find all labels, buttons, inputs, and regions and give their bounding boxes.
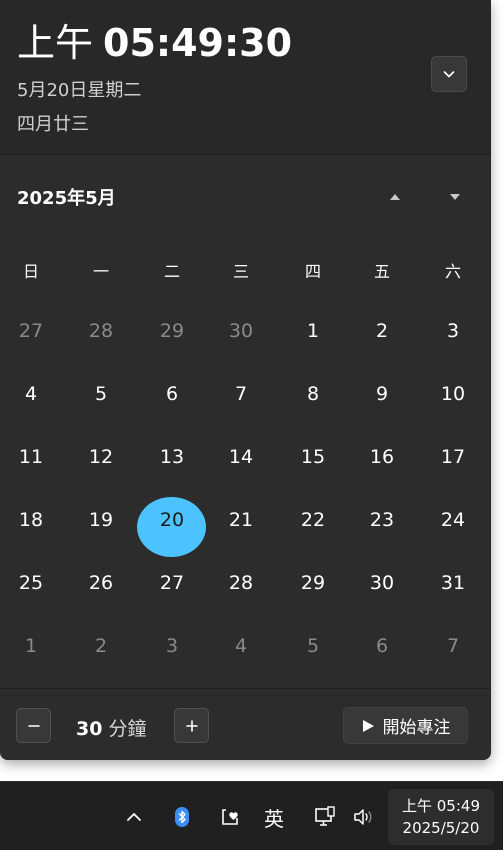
triangle-down-icon (450, 194, 460, 200)
start-focus-button[interactable]: 開始專注 (343, 707, 468, 744)
calendar-day[interactable]: 5 (71, 374, 131, 414)
calendar-day[interactable]: 7 (423, 626, 483, 666)
weekday-label: 四 (304, 262, 321, 281)
calendar-day[interactable]: 8 (283, 374, 343, 414)
calendar-day[interactable]: 25 (1, 563, 61, 603)
taskbar-time: 上午 05:49 (402, 797, 480, 815)
collapse-calendar-button[interactable] (431, 56, 467, 92)
taskbar-date: 2025/5/20 (402, 819, 480, 837)
weekday-label: 三 (232, 262, 249, 281)
chevron-down-icon (443, 71, 455, 78)
calendar-day[interactable]: 1 (1, 626, 61, 666)
calendar-day[interactable]: 6 (142, 374, 202, 414)
calendar-day[interactable]: 22 (283, 500, 343, 540)
calendar-day[interactable]: 3 (423, 311, 483, 351)
calendar-day[interactable]: 29 (142, 311, 202, 351)
health-tray-button[interactable] (217, 804, 243, 830)
increase-minutes-button[interactable] (174, 708, 209, 743)
previous-month-button[interactable] (380, 182, 410, 212)
start-focus-label: 開始專注 (382, 718, 451, 738)
calendar-day[interactable]: 27 (142, 563, 202, 603)
bluetooth-icon (175, 807, 189, 827)
calendar-day[interactable]: 28 (211, 563, 271, 603)
calendar-day[interactable]: 3 (142, 626, 202, 666)
focus-minutes-unit: 分鐘 (108, 718, 147, 740)
decrease-minutes-button[interactable] (16, 708, 51, 743)
weekday-label: 一 (92, 262, 109, 281)
calendar-day[interactable]: 1 (283, 311, 343, 351)
current-date: 5月20日星期二 (17, 80, 142, 101)
chevron-up-icon (127, 813, 141, 821)
month-title[interactable]: 2025年5月 (17, 184, 116, 210)
calendar-day[interactable]: 24 (423, 500, 483, 540)
calendar-day[interactable]: 13 (142, 437, 202, 477)
health-icon (222, 809, 238, 825)
calendar-day[interactable]: 31 (423, 563, 483, 603)
minus-icon (27, 724, 40, 727)
calendar-day[interactable]: 2 (71, 626, 131, 666)
next-month-button[interactable] (440, 182, 470, 212)
calendar-day[interactable]: 21 (211, 500, 271, 540)
calendar-day[interactable]: 30 (352, 563, 412, 603)
calendar-day[interactable]: 9 (352, 374, 412, 414)
calendar-day[interactable]: 30 (211, 311, 271, 351)
weekday-label: 六 (444, 262, 461, 281)
weekday-label: 二 (163, 262, 180, 281)
lunar-date: 四月廿三 (17, 114, 89, 135)
show-hidden-icons-button[interactable] (121, 804, 147, 830)
calendar-day[interactable]: 5 (283, 626, 343, 666)
time-ampm: 上午 (17, 21, 94, 65)
bluetooth-tray-button[interactable] (169, 804, 195, 830)
calendar-day[interactable]: 12 (71, 437, 131, 477)
focus-duration: 30 分鐘 (76, 714, 146, 741)
calendar-day[interactable]: 19 (71, 500, 131, 540)
calendar-day[interactable]: 4 (211, 626, 271, 666)
calendar-day[interactable]: 29 (283, 563, 343, 603)
clock-header: 上午 05:49:30 5月20日星期二 四月廿三 (0, 0, 491, 155)
triangle-up-icon (390, 194, 400, 200)
calendar-day[interactable]: 23 (352, 500, 412, 540)
calendar-day[interactable]: 18 (1, 500, 61, 540)
time-value: 05:49:30 (103, 21, 293, 65)
calendar-day-today[interactable]: 20 (142, 500, 202, 540)
current-time: 上午 05:49:30 (17, 18, 292, 68)
weekday-label: 五 (373, 262, 390, 281)
input-method-indicator[interactable]: 英 (264, 803, 284, 832)
weekday-label: 日 (22, 262, 39, 281)
calendar-day[interactable]: 16 (352, 437, 412, 477)
network-icon (315, 806, 335, 826)
calendar-day[interactable]: 14 (211, 437, 271, 477)
focus-session-bar: 30 分鐘 開始專注 (0, 689, 491, 760)
taskbar-clock[interactable]: 上午 05:49 2025/5/20 (388, 789, 494, 845)
calendar-day[interactable]: 10 (423, 374, 483, 414)
calendar-day[interactable]: 15 (283, 437, 343, 477)
calendar-day[interactable]: 17 (423, 437, 483, 477)
network-tray-button[interactable] (312, 804, 338, 830)
calendar-flyout: 上午05:49:30 5月20日星期二 四月廿三 2025年5月 30分鐘 (0, 0, 491, 760)
calendar-day[interactable]: 6 (352, 626, 412, 666)
calendar-day[interactable]: 28 (71, 311, 131, 351)
calendar-day[interactable]: 4 (1, 374, 61, 414)
taskbar: 英 上午 05:49 2025/5/20 (0, 781, 503, 850)
calendar-day[interactable]: 7 (211, 374, 271, 414)
volume-icon (354, 809, 372, 825)
volume-tray-button[interactable] (350, 804, 376, 830)
focus-minutes-value: 30 (76, 718, 103, 740)
calendar-day[interactable]: 26 (71, 563, 131, 603)
calendar-day[interactable]: 2 (352, 311, 412, 351)
calendar-day[interactable]: 11 (1, 437, 61, 477)
play-icon (362, 719, 374, 732)
calendar-day[interactable]: 27 (1, 311, 61, 351)
plus-icon (185, 719, 198, 732)
